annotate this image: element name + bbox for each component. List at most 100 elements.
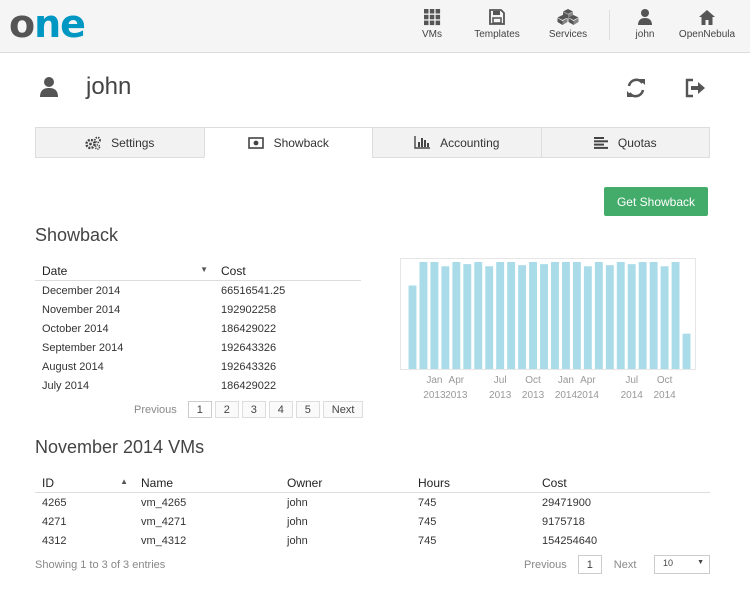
page-size-value: 10 — [663, 558, 674, 568]
page-size-select[interactable]: 10 ▼ — [654, 555, 710, 574]
cell-cost: 186429022 — [221, 379, 277, 392]
chart-bar[interactable] — [507, 262, 516, 369]
pagination-page[interactable]: 1 — [187, 401, 212, 418]
chart-bar[interactable] — [682, 333, 691, 369]
chart-bar[interactable] — [452, 262, 461, 369]
column-header-id[interactable]: ID ▲ — [35, 473, 134, 493]
chart-bar[interactable] — [638, 262, 647, 369]
cell-cost: 29471900 — [542, 496, 591, 509]
pagination-page[interactable]: 1 — [577, 555, 602, 574]
chart-bar[interactable] — [529, 262, 538, 369]
chart-tick-year: 2013 — [445, 390, 468, 401]
cell-name: vm_4312 — [141, 534, 187, 547]
chart-bar[interactable] — [660, 266, 669, 369]
tab-showback[interactable]: Showback — [203, 127, 373, 158]
cubes-icon — [557, 9, 579, 25]
cell-cost: 192643326 — [221, 360, 277, 373]
cell-owner: john — [287, 496, 308, 509]
chart-bar[interactable] — [408, 285, 417, 369]
table-row[interactable]: 4271 vm_4271 john 745 9175718 — [35, 512, 710, 531]
column-header-owner[interactable]: Owner — [280, 473, 411, 493]
vms-title: November 2014 VMs — [35, 437, 205, 457]
nav-services-label: Services — [548, 29, 588, 40]
column-header-hours[interactable]: Hours — [411, 473, 535, 493]
showback-title: Showback — [35, 225, 119, 245]
sign-out-icon[interactable] — [684, 78, 706, 98]
vms-table: ID ▲ Name Owner Hours Cost 4265 vm_4265 jo… — [35, 473, 710, 550]
cell-id: 4312 — [42, 534, 67, 547]
pagination-previous[interactable]: Previous — [516, 559, 575, 571]
chart-bar[interactable] — [572, 262, 581, 369]
get-showback-button[interactable]: Get Showback — [604, 187, 708, 216]
tab-quotas[interactable]: Quotas — [540, 127, 710, 158]
chart-bar[interactable] — [583, 266, 592, 369]
chart-bar[interactable] — [496, 262, 505, 369]
table-row[interactable]: August 2014 192643326 — [35, 357, 361, 376]
nav-services[interactable]: Services — [547, 8, 589, 44]
chart-bar[interactable] — [540, 264, 548, 369]
nav-user-label: john — [635, 29, 655, 40]
chart-bar[interactable] — [474, 262, 483, 369]
table-row[interactable]: November 2014 192902258 — [35, 300, 361, 319]
chart-tick-year: 2014 — [621, 390, 644, 401]
chart-tick-month: Apr — [449, 375, 465, 386]
bar-chart-icon — [414, 136, 431, 149]
vms-pagination: Previous 1 Next — [516, 555, 644, 574]
nav-vms[interactable]: VMs — [417, 8, 447, 44]
chart-bar[interactable] — [671, 262, 680, 369]
cell-name: vm_4271 — [141, 515, 187, 528]
chart-bar[interactable] — [518, 265, 527, 369]
refresh-icon[interactable] — [625, 77, 647, 99]
table-row[interactable]: October 2014 186429022 — [35, 319, 361, 338]
column-header-cost[interactable]: Cost — [214, 261, 361, 281]
table-row[interactable]: 4265 vm_4265 john 745 29471900 — [35, 493, 710, 513]
nav-user[interactable]: john — [633, 8, 657, 44]
chart-tick-month: Jul — [625, 375, 638, 386]
chart-bar[interactable] — [441, 266, 450, 369]
user-icon — [40, 77, 58, 97]
nav-zone-opennebula[interactable]: OpenNebula — [678, 8, 736, 44]
nav-divider — [609, 10, 610, 40]
chart-tick-month: Apr — [580, 375, 596, 386]
chart-bar[interactable] — [594, 262, 603, 369]
chart-bar[interactable] — [561, 262, 570, 369]
chart-bar[interactable] — [551, 262, 559, 369]
nav-templates[interactable]: Templates — [472, 8, 522, 44]
opennebula-logo[interactable]: one — [9, 2, 86, 46]
chart-tick-year: 2013 — [489, 390, 512, 401]
column-header-date[interactable]: Date ▼ — [35, 261, 214, 281]
cell-date: October 2014 — [42, 322, 109, 335]
pagination-next[interactable]: Next — [322, 401, 364, 418]
showback-table: Date ▼ Cost December 2014 66516541.25 Nove… — [35, 261, 361, 395]
pagination-page[interactable]: 2 — [214, 401, 239, 418]
tab-accounting[interactable]: Accounting — [372, 127, 542, 158]
table-row[interactable]: 4312 vm_4312 john 745 154254640 — [35, 531, 710, 550]
table-row[interactable]: July 2014 186429022 — [35, 376, 361, 395]
column-header-name[interactable]: Name — [134, 473, 280, 493]
pagination-previous[interactable]: Previous — [126, 404, 185, 416]
column-header-cost[interactable]: Cost — [535, 473, 710, 493]
chart-bar[interactable] — [430, 262, 439, 369]
tab-showback-label: Showback — [273, 135, 329, 150]
chart-bar[interactable] — [485, 266, 494, 369]
chart-bar[interactable] — [605, 265, 614, 369]
user-title: john — [86, 73, 132, 100]
chart-bar[interactable] — [616, 262, 625, 369]
pagination-next[interactable]: Next — [602, 559, 645, 571]
sort-asc-icon: ▲ — [120, 477, 128, 486]
pagination-page[interactable]: 5 — [295, 401, 320, 418]
cell-cost: 192643326 — [221, 341, 277, 354]
pagination-page[interactable]: 3 — [241, 401, 266, 418]
chart-bar[interactable] — [649, 262, 658, 369]
chart-tick-month: Jan — [426, 375, 442, 386]
chart-bar[interactable] — [463, 264, 472, 369]
cell-cost: 186429022 — [221, 322, 277, 335]
table-row[interactable]: September 2014 192643326 — [35, 338, 361, 357]
cell-hours: 745 — [418, 496, 437, 509]
tab-settings[interactable]: Settings — [35, 127, 205, 158]
chart-bar[interactable] — [419, 262, 428, 369]
chart-tick-month: Jul — [494, 375, 507, 386]
table-row[interactable]: December 2014 66516541.25 — [35, 281, 361, 301]
pagination-page[interactable]: 4 — [268, 401, 293, 418]
chart-bar[interactable] — [627, 264, 636, 369]
